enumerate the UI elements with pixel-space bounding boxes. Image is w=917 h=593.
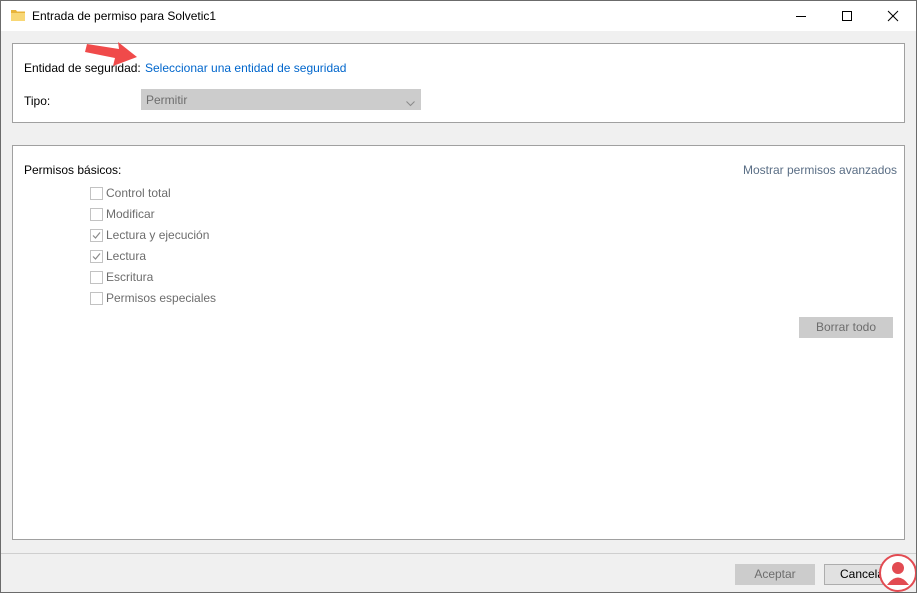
permission-entry-dialog: Entrada de permiso para Solvetic1 Entida… xyxy=(0,0,917,593)
clear-all-button[interactable]: Borrar todo xyxy=(799,317,893,338)
footer-divider xyxy=(1,553,916,554)
checkbox[interactable] xyxy=(90,292,103,305)
title-bar[interactable]: Entrada de permiso para Solvetic1 xyxy=(1,1,916,31)
permission-write[interactable]: Escritura xyxy=(90,270,290,286)
permission-label: Control total xyxy=(106,186,171,200)
annotation-arrow-icon xyxy=(85,42,137,66)
window-title: Entrada de permiso para Solvetic1 xyxy=(32,9,217,23)
permission-full-control[interactable]: Control total xyxy=(90,186,290,202)
chevron-down-icon xyxy=(406,96,415,110)
type-label: Tipo: xyxy=(24,94,51,108)
permission-label: Lectura y ejecución xyxy=(106,228,210,242)
basic-permissions-heading: Permisos básicos: xyxy=(24,163,122,177)
maximize-button[interactable] xyxy=(824,1,870,31)
folder-icon xyxy=(11,9,25,21)
permission-label: Escritura xyxy=(106,270,154,284)
watermark-logo xyxy=(879,554,916,592)
permission-label: Permisos especiales xyxy=(106,291,217,305)
type-select-value: Permitir xyxy=(146,93,188,107)
checkbox[interactable] xyxy=(90,187,103,200)
minimize-icon xyxy=(796,16,806,17)
permission-label: Modificar xyxy=(106,207,155,221)
close-button[interactable] xyxy=(870,1,916,31)
checkbox[interactable] xyxy=(90,271,103,284)
permission-read[interactable]: Lectura xyxy=(90,249,290,265)
maximize-icon xyxy=(842,11,852,21)
permission-special[interactable]: Permisos especiales xyxy=(90,291,290,307)
checkmark-icon xyxy=(92,232,101,239)
close-icon xyxy=(887,10,899,22)
checkmark-icon xyxy=(92,253,101,260)
permissions-panel: Permisos básicos: Mostrar permisos avanz… xyxy=(12,145,905,540)
checkbox-checked[interactable] xyxy=(90,250,103,263)
select-principal-link[interactable]: Seleccionar una entidad de seguridad xyxy=(145,61,346,75)
ok-button[interactable]: Aceptar xyxy=(735,564,815,585)
type-select[interactable]: Permitir xyxy=(141,89,421,110)
show-advanced-permissions-link[interactable]: Mostrar permisos avanzados xyxy=(743,163,897,177)
permission-label: Lectura xyxy=(106,249,147,263)
checkbox[interactable] xyxy=(90,208,103,221)
permission-read-execute[interactable]: Lectura y ejecución xyxy=(90,228,290,244)
principal-panel: Entidad de seguridad: Seleccionar una en… xyxy=(12,43,905,123)
minimize-button[interactable] xyxy=(778,1,824,31)
checkbox-checked[interactable] xyxy=(90,229,103,242)
permission-modify[interactable]: Modificar xyxy=(90,207,290,223)
